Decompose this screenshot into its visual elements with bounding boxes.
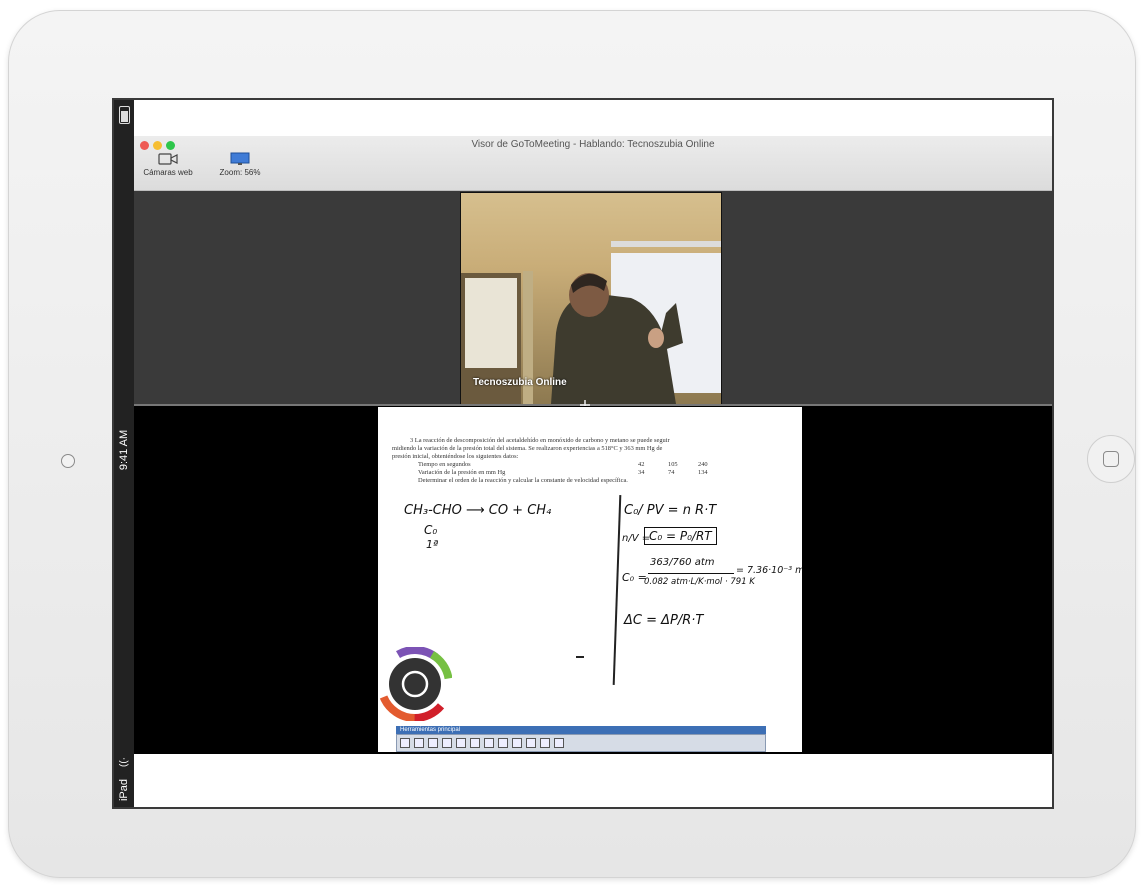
ipad-frame: 9:41 AM ((· iPad Visor de GoToMeeting - …	[8, 10, 1136, 878]
save-tool-button[interactable]	[540, 738, 550, 748]
pen-toolbar-title: Herramientas principal	[396, 726, 766, 734]
select-tool-button[interactable]	[400, 738, 410, 748]
undo-button[interactable]	[512, 738, 522, 748]
monitor-icon	[228, 152, 252, 166]
handwritten-c0-formula: C₀ = P₀/RT	[644, 527, 717, 545]
front-camera-icon	[61, 454, 75, 468]
fraction-bar	[648, 573, 734, 575]
webcam-video: Tecnoszubia Online	[460, 192, 722, 405]
settings-tool-button[interactable]	[554, 738, 564, 748]
pen-toolbar-buttons	[396, 734, 766, 752]
handwritten-c0-result: = 7.36·10⁻³ mol/L	[736, 565, 802, 576]
pen-tool-button[interactable]	[414, 738, 424, 748]
webcams-button[interactable]: Cámaras web	[140, 152, 196, 177]
status-bar: 9:41 AM ((· iPad	[114, 100, 134, 807]
webcams-label: Cámaras web	[143, 168, 193, 177]
handwritten-order: 1ª	[426, 538, 439, 551]
handwritten-c0: C₀	[424, 523, 438, 537]
window-title: Visor de GoToMeeting - Hablando: Tecnosz…	[471, 139, 715, 150]
zoom-label: Zoom: 56%	[219, 168, 261, 177]
handwritten-pv: C₀/ PV = n R·T	[624, 503, 717, 518]
shape-tool-button[interactable]	[442, 738, 452, 748]
table-row-label: Tiempo en segundos	[418, 461, 471, 468]
clear-tool-button[interactable]	[470, 738, 480, 748]
webcam-panel: Tecnoszubia Online	[134, 191, 1052, 405]
problem-text-line: presión inicial, obteniéndose los siguie…	[392, 453, 519, 460]
home-square-icon	[1103, 451, 1119, 467]
video-camera-icon	[156, 152, 180, 166]
device-label: iPad	[118, 778, 130, 802]
problem-text-line: midiendo la variación de la presión tota…	[392, 445, 663, 452]
table-cell: 134	[698, 469, 708, 476]
battery-icon	[119, 106, 130, 124]
table-cell: 240	[698, 461, 708, 468]
prev-page-button[interactable]	[484, 738, 494, 748]
table-cell: 105	[668, 461, 678, 468]
shared-document: 3 La reacción de descomposición del acet…	[378, 407, 802, 752]
zoom-button[interactable]: Zoom: 56%	[212, 152, 268, 177]
screen-share-panel: 3 La reacción de descomposición del acet…	[134, 406, 1052, 754]
participant-name: Tecnoszubia Online	[473, 377, 567, 388]
handwritten-reaction: CH₃-CHO ⟶ CO + CH₄	[404, 503, 552, 518]
pen-toolbar: Herramientas principal	[396, 726, 766, 752]
window-titlebar: Visor de GoToMeeting - Hablando: Tecnosz…	[134, 136, 1052, 191]
highlighter-tool-button[interactable]	[428, 738, 438, 748]
bottom-blank-area	[134, 754, 1052, 807]
handwritten-c0-denominator: 0.082 atm·L/K·mol · 791 K	[644, 577, 755, 587]
table-cell: 74	[668, 469, 675, 476]
eraser-tool-button[interactable]	[456, 738, 466, 748]
wifi-icon: ((·	[118, 757, 130, 767]
annotation-color-wheel[interactable]	[378, 646, 453, 722]
home-button[interactable]	[1087, 435, 1135, 483]
next-page-button[interactable]	[498, 738, 508, 748]
webcam-scene	[461, 241, 721, 404]
problem-question: Determinar el orden de la reacción y cal…	[418, 477, 628, 484]
status-time: 9:41 AM	[118, 429, 130, 471]
table-cell: 34	[638, 469, 645, 476]
divider-line	[612, 495, 621, 685]
gotomeeting-viewer: Visor de GoToMeeting - Hablando: Tecnosz…	[134, 100, 1052, 807]
handwritten-delta-c: ΔC = ΔP/R·T	[624, 613, 704, 628]
table-row-label: Variación de la presión en mm Hg	[418, 469, 506, 476]
ipad-screen: 9:41 AM ((· iPad Visor de GoToMeeting - …	[112, 98, 1054, 809]
problem-text-line: 3 La reacción de descomposición del acet…	[410, 437, 670, 444]
table-cell: 42	[638, 461, 645, 468]
handwritten-c0-numerator: 363/760 atm	[650, 557, 715, 568]
redo-button[interactable]	[526, 738, 536, 748]
pen-mark	[576, 656, 584, 658]
